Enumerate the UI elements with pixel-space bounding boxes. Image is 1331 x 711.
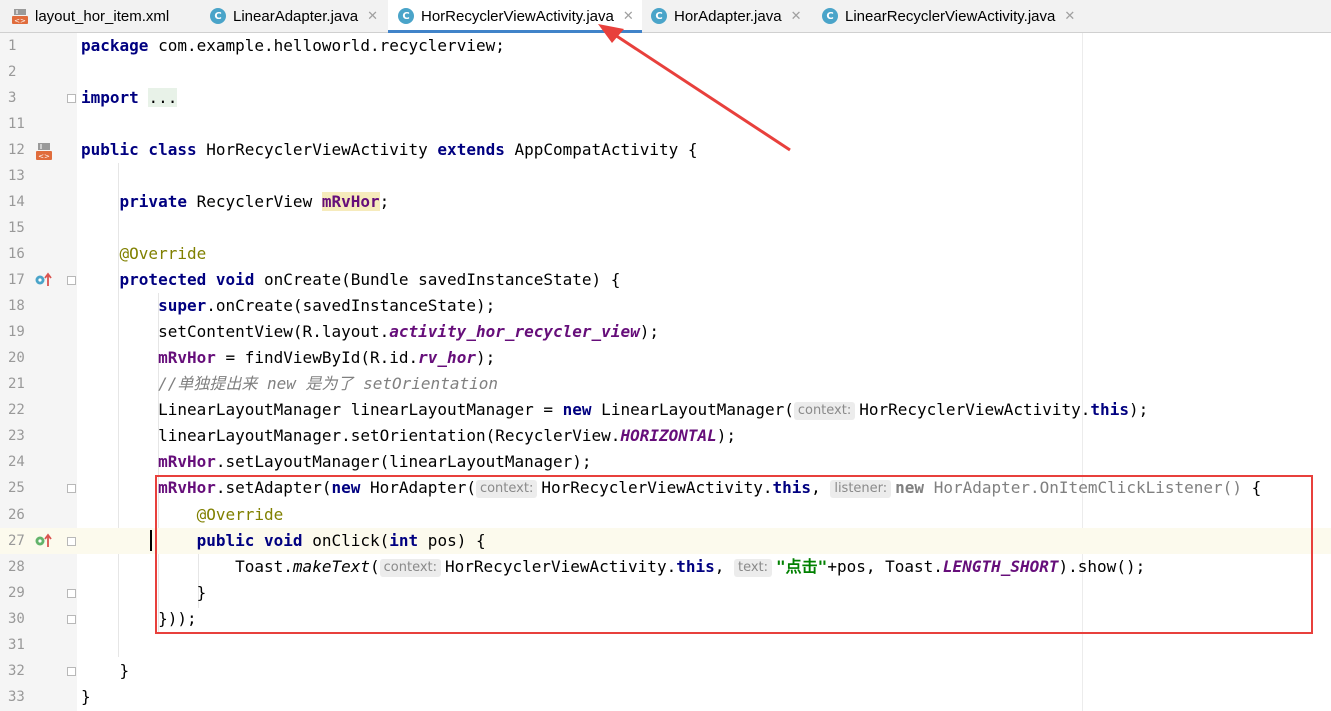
annotation-arrow bbox=[598, 24, 791, 152]
